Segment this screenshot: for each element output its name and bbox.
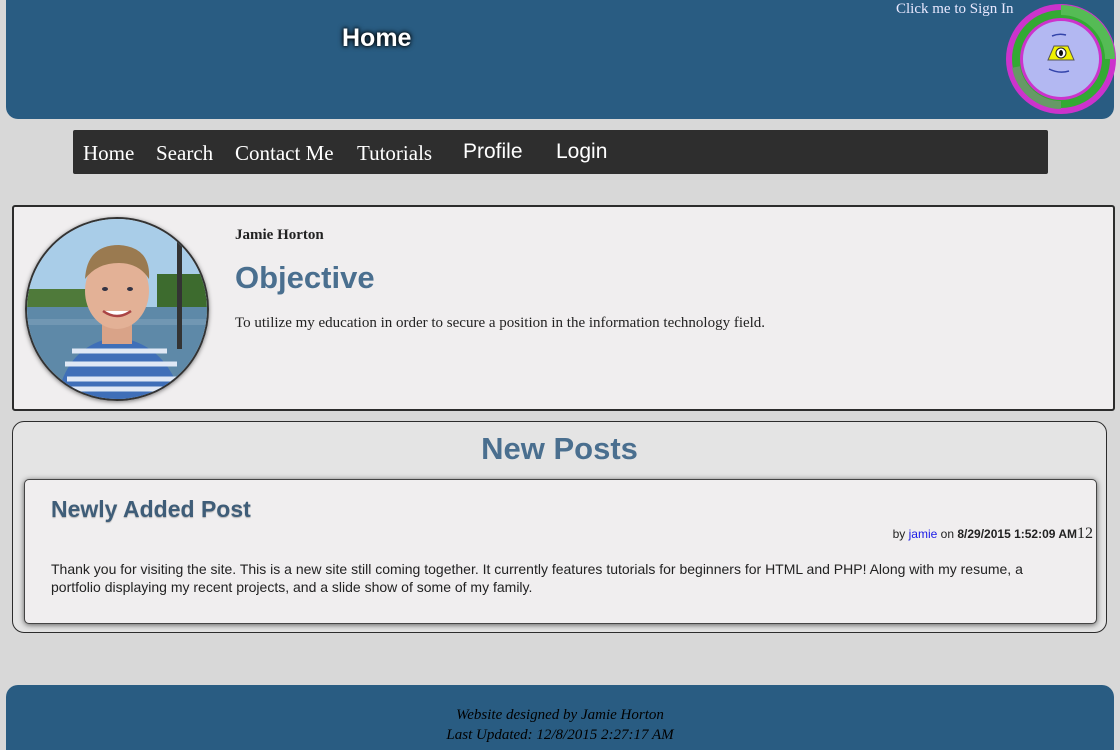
post-title: Newly Added Post xyxy=(51,496,251,522)
nav-item-home[interactable]: Home xyxy=(83,141,134,166)
site-footer: Website designed by Jamie Horton Last Up… xyxy=(6,685,1114,750)
sign-in-avatar-icon[interactable] xyxy=(1004,2,1118,116)
page: Home Click me to Sign In Home Search Con… xyxy=(0,0,1120,750)
profile-panel: Jamie Horton Objective To utilize my edu… xyxy=(12,205,1115,411)
page-title: Home xyxy=(342,24,412,52)
nav-item-contact[interactable]: Contact Me xyxy=(235,141,334,166)
nav-item-profile[interactable]: Profile xyxy=(463,140,523,164)
nav-item-tutorials[interactable]: Tutorials xyxy=(357,141,432,166)
new-posts-title: New Posts xyxy=(481,431,638,466)
objective-heading: Objective xyxy=(235,260,375,295)
nav-item-search[interactable]: Search xyxy=(156,141,213,166)
post-on-label: on xyxy=(940,527,955,541)
post-body: Thank you for visiting the site. This is… xyxy=(51,561,1023,595)
footer-designed-by: Website designed by Jamie Horton xyxy=(456,707,664,723)
footer-last-updated: Last Updated: 12/8/2015 2:27:17 AM xyxy=(446,727,674,743)
new-posts-panel: New Posts Newly Added Post by jamie on 8… xyxy=(12,421,1107,633)
profile-photo xyxy=(25,217,209,401)
post-date: 8/29/2015 1:52:09 AM xyxy=(957,527,1077,541)
objective-text: To utilize my education in order to secu… xyxy=(235,315,766,331)
post-meta: by jamie on 8/29/2015 1:52:09 AM xyxy=(893,527,1077,541)
post-by-label: by xyxy=(892,527,906,541)
sign-in-link[interactable]: Click me to Sign In xyxy=(896,1,1014,18)
post-card: Newly Added Post by jamie on 8/29/2015 1… xyxy=(24,479,1097,624)
post-count: 12 xyxy=(1077,525,1093,542)
post-author-link[interactable]: jamie xyxy=(909,527,938,541)
site-header: Home Click me to Sign In xyxy=(6,0,1116,119)
profile-name: Jamie Horton xyxy=(235,227,324,243)
main-navbar: Home Search Contact Me Tutorials Profile… xyxy=(73,130,1048,174)
nav-item-login[interactable]: Login xyxy=(556,140,607,164)
